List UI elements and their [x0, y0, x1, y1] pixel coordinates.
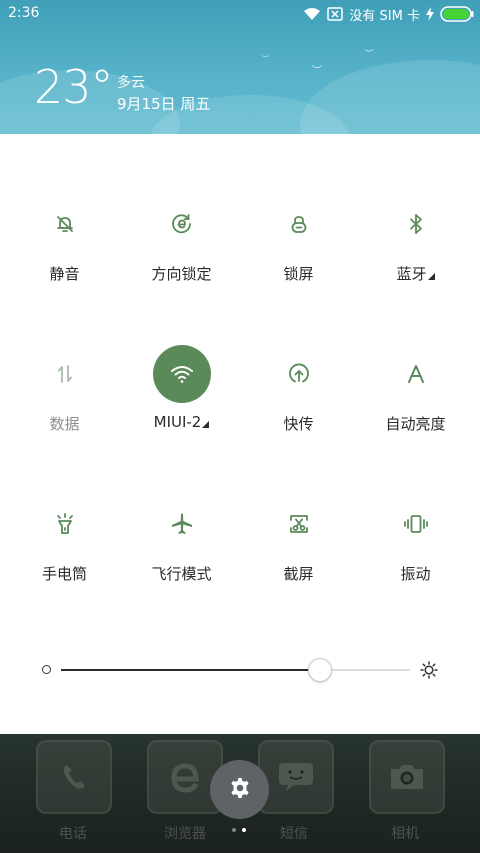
toggle-bluetooth[interactable]: 蓝牙 — [357, 195, 474, 305]
carrier-text: 没有 SIM 卡 — [349, 8, 420, 24]
no-sim-icon — [327, 7, 344, 21]
flashlight-icon — [36, 495, 94, 553]
settings-button[interactable] — [210, 760, 269, 819]
brightness-low-icon — [42, 665, 51, 674]
weather-date: 9月15日 周五 — [117, 95, 211, 113]
toggle-label: 锁屏 — [283, 265, 314, 283]
toggle-label: 快传 — [283, 415, 314, 433]
rotation-lock-icon — [153, 195, 211, 253]
toggle-airplane-mode[interactable]: 飞行模式 — [123, 495, 240, 605]
status-bar: 2:36 没有 SIM 卡 — [0, 0, 480, 28]
brightness-slider[interactable] — [61, 658, 410, 682]
wifi-status-icon — [303, 7, 321, 21]
expand-triangle-icon — [202, 421, 210, 428]
toggle-wifi[interactable]: MIUI-2 — [123, 345, 240, 455]
vibrate-icon — [387, 495, 445, 553]
bird-decoration: ︶ — [365, 49, 373, 58]
wifi-icon — [152, 345, 211, 403]
quick-transfer-icon — [270, 345, 328, 403]
bluetooth-icon — [387, 195, 445, 253]
bird-decoration: ︶ — [262, 55, 269, 63]
status-time: 2:36 — [8, 5, 40, 21]
expand-triangle-icon — [427, 273, 435, 280]
toggle-label: 手电筒 — [41, 565, 87, 583]
toggle-label: 截屏 — [283, 565, 314, 583]
toggle-label: 静音 — [49, 265, 80, 283]
page-indicator — [232, 828, 246, 832]
toggle-label: 方向锁定 — [151, 265, 212, 283]
toggle-auto-brightness[interactable]: 自动亮度 — [357, 345, 474, 455]
weather-header[interactable]: ︶ ︶ ︶ 2:36 没有 SIM 卡 23° 多云 9月15日 周五 — [0, 0, 480, 134]
bell-off-icon — [36, 195, 94, 253]
toggle-lock-screen[interactable]: 锁屏 — [240, 195, 357, 305]
auto-brightness-icon — [387, 345, 445, 403]
brightness-fill — [61, 669, 320, 671]
toggle-label: MIUI-2 — [123, 413, 240, 431]
bird-decoration: ︶ — [312, 66, 322, 77]
lock-icon — [270, 195, 328, 253]
toggle-quick-transfer[interactable]: 快传 — [240, 345, 357, 455]
page-dot — [242, 828, 246, 832]
battery-icon — [440, 6, 474, 22]
toggle-vibrate[interactable]: 振动 — [357, 495, 474, 605]
weather-condition: 多云 — [117, 75, 145, 91]
home-dock: 电话 浏览器 短信 相机 — [0, 734, 480, 853]
toggle-label: 飞行模式 — [151, 565, 212, 583]
temperature: 23° — [34, 60, 114, 114]
toggle-mobile-data[interactable]: 数据 — [6, 345, 123, 455]
toggle-label: 数据 — [49, 415, 80, 433]
toggle-label: 蓝牙 — [357, 263, 474, 284]
brightness-high-icon — [420, 661, 438, 683]
toggle-rotation-lock[interactable]: 方向锁定 — [123, 195, 240, 305]
toggle-label-text: 蓝牙 — [396, 265, 427, 283]
brightness-thumb[interactable] — [308, 658, 333, 682]
toggle-flashlight[interactable]: 手电筒 — [6, 495, 123, 605]
toggle-label-text: MIUI-2 — [153, 413, 202, 431]
charging-icon — [426, 7, 434, 21]
toggle-label: 自动亮度 — [385, 415, 446, 433]
screenshot-icon — [270, 495, 328, 553]
toggle-screenshot[interactable]: 截屏 — [240, 495, 357, 605]
brightness-control — [0, 650, 480, 690]
toggle-silent[interactable]: 静音 — [6, 195, 123, 305]
toggle-label: 振动 — [400, 565, 431, 583]
page-dot — [232, 828, 236, 832]
gear-icon — [228, 776, 252, 804]
mobile-data-icon — [36, 345, 94, 403]
quick-settings-grid: 静音 方向锁定 锁屏 蓝牙 数据 MIUI-2 快传 自动亮度 手电筒 飞行模式… — [0, 134, 480, 604]
airplane-icon — [153, 495, 211, 553]
